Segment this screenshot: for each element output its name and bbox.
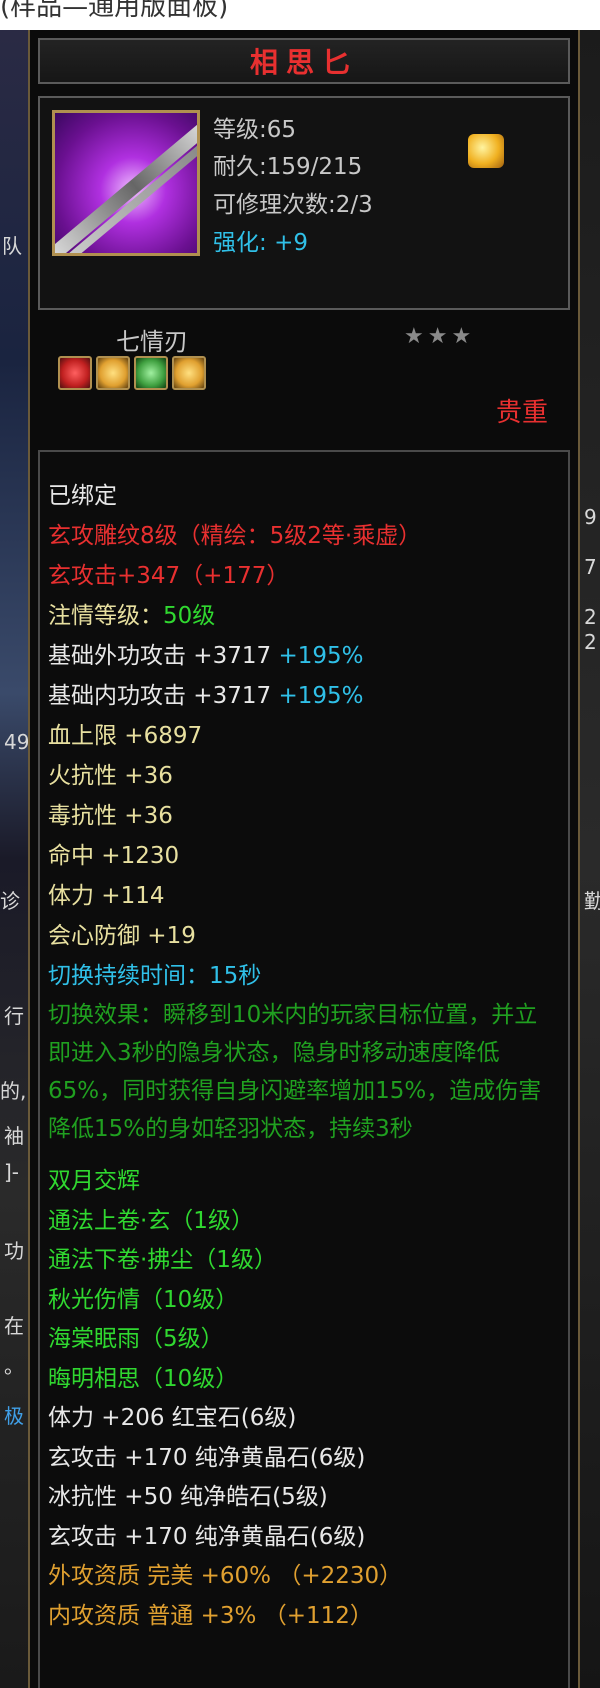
quality-line: 内攻资质 普通 +3% （+112） — [48, 1602, 373, 1629]
bg-fragment: 功 — [4, 1239, 24, 1263]
item-name: 相思匕 — [249, 46, 358, 79]
bg-fragment: 49 — [4, 730, 30, 754]
skill-line: 秋光伤情（10级） — [48, 1286, 239, 1313]
stat-line: 基础外功攻击 +3717 +195% — [48, 636, 558, 676]
stat-line: 火抗性 +36 — [48, 763, 173, 789]
stat-line: 血上限 +6897 — [48, 723, 203, 749]
skill-line: 海棠眠雨（5级） — [48, 1326, 224, 1352]
skill-line: 通法上卷·玄（1级） — [48, 1207, 254, 1234]
gem-line: 体力 +206 红宝石(6级) — [48, 1405, 297, 1431]
enhance-value: +9 — [274, 230, 308, 256]
window-title-strip: (样品—通用版面板) — [0, 0, 600, 30]
gem-slot-icon[interactable] — [58, 356, 92, 390]
quality-line: 外攻资质 完美 +60% （+2230） — [48, 1563, 403, 1589]
bg-fragment: ]- — [4, 1160, 20, 1184]
skill-line: 通法下卷·拂尘（1级） — [48, 1247, 277, 1273]
stat-line: 切换持续时间：15秒 — [48, 963, 262, 989]
stat-value: +195% — [278, 683, 364, 709]
bg-fragment: 2 — [584, 630, 597, 654]
right-background — [580, 30, 600, 1688]
window-title: (样品—通用版面板) — [0, 0, 229, 22]
stat-line: 会心防御 +19 — [48, 923, 196, 949]
item-title-bar: 相思匕 — [38, 38, 570, 84]
item-tooltip-panel: 相思匕 等级:65 耐久:159/215 可修理次数:2/3 强化: +9 七情… — [28, 30, 580, 1688]
bg-fragment: 极 — [4, 1404, 24, 1428]
stat-line: 体力 +114 — [48, 883, 165, 909]
item-repair-count: 可修理次数:2/3 — [213, 192, 373, 218]
gem-slot-icon[interactable] — [134, 356, 168, 390]
bg-fragment: 袖 — [4, 1124, 24, 1148]
stat-label: 基础内功攻击 +3717 — [48, 683, 272, 709]
gem-line: 玄攻击 +170 纯净黄晶石(6级) — [48, 1444, 366, 1471]
stat-value: 50级 — [163, 603, 216, 629]
bg-fragment: 行 — [4, 1004, 24, 1028]
enhance-label: 强化: — [213, 230, 267, 256]
stat-line: 毒抗性 +36 — [48, 803, 173, 829]
item-subinfo-row: 七情刃 ★★★ 贵重 — [38, 322, 570, 432]
gem-slot-icon[interactable] — [172, 356, 206, 390]
bg-fragment: 7 — [584, 555, 597, 579]
bg-fragment: 勤 — [584, 889, 600, 913]
bg-fragment: 队 — [2, 234, 22, 258]
stat-line: 已绑定 — [48, 483, 117, 509]
stat-line: 注情等级：50级 — [48, 596, 558, 636]
skill-line: 晦明相思（10级） — [48, 1365, 239, 1392]
skills-and-gems-list: 双月交辉 通法上卷·玄（1级） 通法下卷·拂尘（1级） 秋光伤情（10级） 海棠… — [48, 1162, 558, 1636]
stat-value: +195% — [278, 643, 364, 669]
item-info-box: 等级:65 耐久:159/215 可修理次数:2/3 强化: +9 — [38, 96, 570, 310]
gem-slots — [58, 356, 206, 390]
stats-list: 已绑定 玄攻雕纹8级（精绘：5级2等·乘虚） 玄攻击+347（+177） 注情等… — [48, 476, 558, 996]
item-durability: 耐久:159/215 — [213, 154, 363, 180]
left-background — [0, 30, 28, 1688]
stat-line: 玄攻击+347（+177） — [48, 563, 290, 589]
bg-fragment: 。 — [4, 1354, 24, 1378]
stat-line: 命中 +1230 — [48, 843, 180, 869]
bg-fragment: 在 — [4, 1314, 24, 1338]
skill-line: 双月交辉 — [48, 1168, 140, 1194]
stat-label: 基础外功攻击 +3717 — [48, 643, 272, 669]
item-rarity: 贵重 — [495, 398, 548, 428]
item-sub-name: 七情刃 — [116, 328, 188, 356]
bg-fragment: 9 — [584, 505, 597, 529]
gem-line: 冰抗性 +50 纯净皓石(5级) — [48, 1484, 328, 1510]
item-enhance: 强化: +9 — [213, 223, 308, 257]
bg-fragment: 2 — [584, 605, 597, 629]
bg-fragment: 的, — [0, 1079, 27, 1103]
stat-label: 注情等级： — [48, 603, 163, 629]
bound-badge-icon — [468, 134, 504, 168]
star-rating-icon: ★★★ — [404, 324, 476, 349]
stats-box: 已绑定 玄攻雕纹8级（精绘：5级2等·乘虚） 玄攻击+347（+177） 注情等… — [38, 450, 570, 1688]
item-level: 等级:65 — [213, 117, 297, 143]
dagger-icon — [52, 110, 200, 256]
stat-line: 玄攻雕纹8级（精绘：5级2等·乘虚） — [48, 523, 422, 549]
stat-line: 基础内功攻击 +3717 +195% — [48, 676, 558, 716]
switch-effect-text: 切换效果：瞬移到10米内的玩家目标位置，并立即进入3秒的隐身状态，隐身时移动速度… — [48, 1002, 542, 1142]
gem-slot-icon[interactable] — [96, 356, 130, 390]
bg-fragment: 诊 — [0, 889, 20, 913]
gem-line: 玄攻击 +170 纯净黄晶石(6级) — [48, 1523, 366, 1550]
